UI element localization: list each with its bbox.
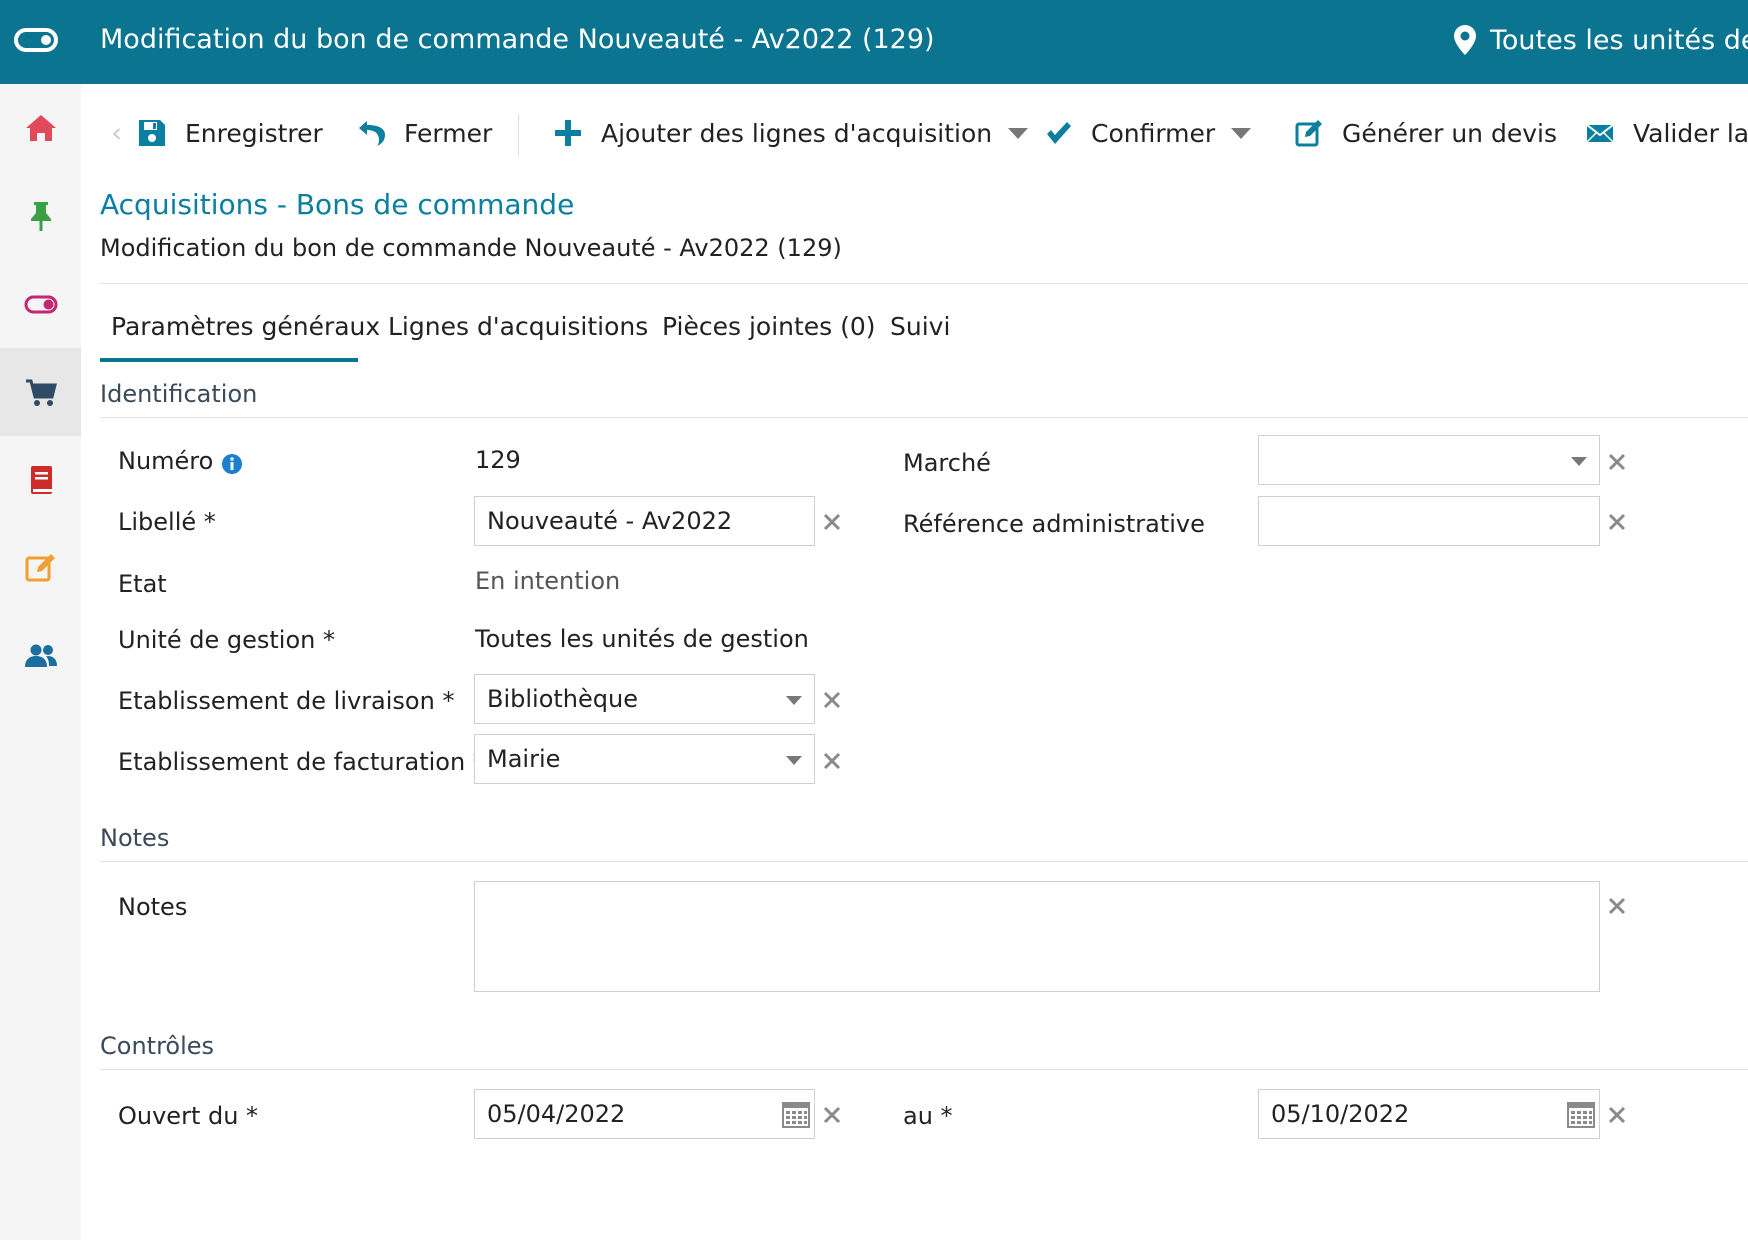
chevron-down-icon[interactable] xyxy=(1231,127,1252,139)
clear-marche-icon[interactable] xyxy=(1606,451,1628,473)
section-divider xyxy=(100,1069,1748,1070)
validate-label: Valider la c xyxy=(1633,118,1748,148)
unite-value: Toutes les unités de gestion xyxy=(475,625,809,653)
sidebar xyxy=(0,84,81,1240)
floppy-disk-icon xyxy=(139,120,165,146)
undo-arrow-icon xyxy=(359,121,385,146)
section-divider xyxy=(100,417,1748,418)
section-title-notes: Notes xyxy=(100,824,170,852)
edit-document-icon xyxy=(1295,120,1322,147)
reference-input[interactable] xyxy=(1258,496,1600,546)
toolbar: ‹ Enregistrer Fermer Ajouter des lignes … xyxy=(81,100,1748,166)
generate-quote-label: Générer un devis xyxy=(1342,118,1557,148)
checkmark-icon xyxy=(1047,122,1071,144)
chevron-down-icon xyxy=(786,696,802,705)
notes-textarea[interactable] xyxy=(474,881,1600,992)
toggle-icon xyxy=(24,295,57,314)
livraison-label: Etablissement de livraison * xyxy=(118,687,455,715)
reference-label: Référence administrative xyxy=(903,510,1205,538)
management-unit-selector[interactable]: Toutes les unités de g xyxy=(1454,22,1748,58)
etat-value: En intention xyxy=(475,567,621,595)
facturation-label: Etablissement de facturation * xyxy=(118,748,485,776)
tab-tracking[interactable]: Suivi xyxy=(890,312,950,362)
management-unit-label: Toutes les unités de g xyxy=(1490,24,1748,56)
unite-label: Unité de gestion * xyxy=(118,626,335,654)
location-pin-icon xyxy=(1454,25,1476,55)
chevron-down-icon xyxy=(786,756,802,765)
sidebar-item-acquisitions[interactable] xyxy=(0,348,81,436)
header-divider xyxy=(100,283,1748,284)
notes-label: Notes xyxy=(118,893,188,921)
confirm-button[interactable]: Confirmer xyxy=(1043,100,1252,166)
sidebar-item-users[interactable] xyxy=(0,612,81,700)
chevron-down-icon xyxy=(1571,457,1587,466)
numero-label: Numéro xyxy=(118,447,243,475)
open-from-date-input[interactable]: 05/04/2022 xyxy=(474,1089,815,1139)
save-button[interactable]: Enregistrer xyxy=(137,100,323,166)
section-title-controls: Contrôles xyxy=(100,1032,215,1060)
calendar-icon[interactable] xyxy=(1567,1101,1595,1129)
livraison-select[interactable]: Bibliothèque xyxy=(474,674,815,724)
calendar-icon[interactable] xyxy=(782,1101,810,1129)
clear-notes-icon[interactable] xyxy=(1606,895,1628,917)
toolbar-scroll-left-icon[interactable]: ‹ xyxy=(111,118,125,148)
confirm-label: Confirmer xyxy=(1091,118,1216,148)
clear-reference-icon[interactable] xyxy=(1606,511,1628,533)
close-label: Fermer xyxy=(404,118,493,148)
tab-attachments[interactable]: Pièces jointes (0) xyxy=(662,312,876,362)
libelle-value: Nouveauté - Av2022 xyxy=(487,507,733,535)
facturation-value: Mairie xyxy=(487,745,561,773)
clear-livraison-icon[interactable] xyxy=(821,689,843,711)
open-from-value: 05/04/2022 xyxy=(487,1100,626,1128)
users-icon xyxy=(24,644,57,667)
open-to-label: au * xyxy=(903,1102,953,1130)
open-to-value: 05/10/2022 xyxy=(1271,1100,1410,1128)
marche-label: Marché xyxy=(903,449,991,477)
sidebar-item-home[interactable] xyxy=(0,84,81,172)
libelle-label: Libellé * xyxy=(118,508,216,536)
tab-acquisition-lines[interactable]: Lignes d'acquisitions xyxy=(388,312,648,362)
etat-label: Etat xyxy=(118,570,167,598)
sidebar-item-catalog[interactable] xyxy=(0,436,81,524)
clear-open-to-icon[interactable] xyxy=(1606,1104,1628,1126)
add-acquisition-lines-label: Ajouter des lignes d'acquisition xyxy=(601,118,993,148)
menu-toggle-icon[interactable] xyxy=(14,28,58,52)
libelle-input[interactable]: Nouveauté - Av2022 xyxy=(474,496,815,546)
section-title-identification: Identification xyxy=(100,380,258,408)
livraison-value: Bibliothèque xyxy=(487,685,638,713)
cart-icon xyxy=(25,379,57,406)
open-to-date-input[interactable]: 05/10/2022 xyxy=(1258,1089,1600,1139)
generate-quote-button[interactable]: Générer un devis xyxy=(1294,100,1557,166)
plus-icon xyxy=(555,120,581,146)
breadcrumb[interactable]: Acquisitions - Bons de commande xyxy=(100,188,574,221)
home-icon xyxy=(25,115,56,141)
section-divider xyxy=(100,861,1748,862)
open-from-label: Ouvert du * xyxy=(118,1102,259,1130)
edit-icon xyxy=(25,554,55,582)
marche-select[interactable] xyxy=(1258,435,1600,485)
book-icon xyxy=(30,466,52,494)
sidebar-item-toggle[interactable] xyxy=(0,260,81,348)
top-bar: Modification du bon de commande Nouveaut… xyxy=(0,0,1748,84)
add-acquisition-lines-button[interactable]: Ajouter des lignes d'acquisition xyxy=(553,100,1029,166)
facturation-select[interactable]: Mairie xyxy=(474,734,815,784)
sidebar-item-pinned[interactable] xyxy=(0,172,81,260)
pushpin-icon xyxy=(30,202,51,231)
clear-facturation-icon[interactable] xyxy=(821,750,843,772)
close-button[interactable]: Fermer xyxy=(356,100,492,166)
validate-button[interactable]: Valider la c xyxy=(1585,100,1748,166)
page-title: Modification du bon de commande Nouveaut… xyxy=(100,234,842,262)
sidebar-item-edit[interactable] xyxy=(0,524,81,612)
window-title: Modification du bon de commande Nouveaut… xyxy=(100,24,935,55)
clear-libelle-icon[interactable] xyxy=(821,511,843,533)
toolbar-separator xyxy=(518,114,519,156)
numero-value: 129 xyxy=(475,446,521,474)
chevron-down-icon[interactable] xyxy=(1008,127,1029,139)
info-icon[interactable] xyxy=(221,453,243,475)
numero-label-text: Numéro xyxy=(118,447,214,475)
save-label: Enregistrer xyxy=(185,118,323,148)
envelope-icon xyxy=(1586,124,1614,143)
clear-open-from-icon[interactable] xyxy=(821,1104,843,1126)
tab-general-settings[interactable]: Paramètres généraux xyxy=(100,312,380,362)
